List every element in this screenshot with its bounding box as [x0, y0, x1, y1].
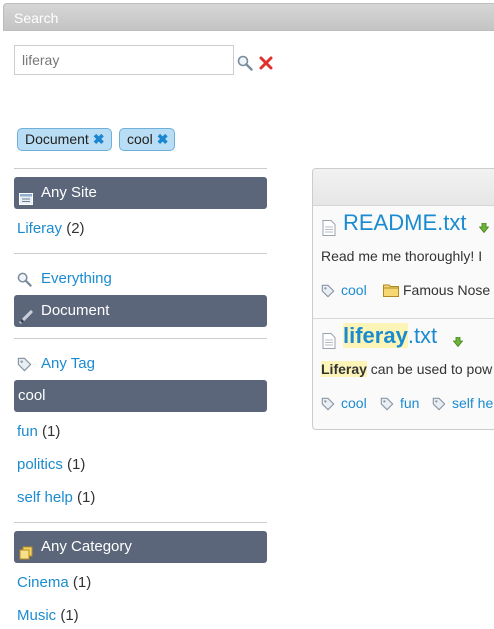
portlet-title: Search [14, 10, 59, 26]
result-title-rest: .txt [407, 323, 438, 348]
type-facet-selected[interactable]: Document [14, 295, 267, 327]
tag-facet-label: cool [18, 387, 46, 404]
result-tag-label: cool [341, 282, 367, 298]
facet-count: (1) [60, 607, 79, 624]
folder-label: Famous Nose [403, 282, 491, 298]
result-title-link[interactable]: README.txt [343, 210, 466, 236]
result-tag-label: fun [400, 395, 420, 411]
tag-icon [17, 357, 32, 377]
search-input[interactable] [14, 45, 234, 75]
facet-count: (1) [67, 456, 86, 473]
categories-icon [19, 540, 33, 572]
any-tag-link[interactable]: Any Tag [41, 355, 95, 373]
chip-label: cool [127, 131, 153, 147]
tag-icon [380, 397, 394, 414]
category-facet-item[interactable]: Music (1) [17, 607, 79, 625]
facet-count: (1) [42, 423, 61, 440]
search-result: README.txt Read me me thoroughly! I cool… [313, 205, 494, 318]
search-icon [17, 272, 32, 292]
result-tag-label: self he [452, 395, 494, 411]
search-icon[interactable] [237, 55, 253, 74]
divider [14, 338, 267, 339]
tag-icon [321, 284, 335, 301]
facet-count: (2) [66, 220, 85, 237]
tag-facet-link[interactable]: fun [17, 423, 38, 440]
divider [14, 522, 267, 523]
result-snippet: Liferay can be used to pow [321, 361, 492, 377]
snippet-highlight: Liferay [321, 361, 367, 377]
category-facet-item[interactable]: Cinema (1) [17, 574, 91, 592]
category-facet-link[interactable]: Music [17, 607, 56, 624]
facet-count: (1) [72, 574, 92, 591]
search-result: liferay.txt Liferay can be used to pow c… [313, 318, 494, 429]
site-facet-label: Any Site [41, 184, 97, 201]
snippet-text: can be used to pow [366, 361, 493, 377]
document-icon [322, 220, 336, 239]
tag-facet-item[interactable]: politics (1) [17, 456, 85, 474]
tag-facet-item[interactable]: self help (1) [17, 489, 95, 507]
search-results-panel: README.txt Read me me thoroughly! I cool… [312, 168, 494, 430]
site-facet-header[interactable]: Any Site [14, 177, 267, 209]
tag-icon [321, 397, 335, 414]
tag-facet-item[interactable]: fun (1) [17, 423, 60, 441]
document-icon [322, 333, 336, 352]
clear-icon[interactable] [259, 56, 273, 73]
pencil-icon [19, 304, 33, 336]
site-facet-item[interactable]: Liferay (2) [17, 220, 85, 238]
result-tag-label: cool [341, 395, 367, 411]
type-facet-label: Document [41, 302, 110, 319]
tag-icon [432, 397, 446, 414]
selected-facet-chip[interactable]: cool ✖ [119, 128, 176, 151]
facet-count: (1) [77, 489, 96, 506]
result-title-highlight: liferay [343, 323, 408, 348]
result-snippet: Read me me thoroughly! I [321, 248, 483, 264]
chip-label: Document [25, 131, 89, 147]
category-facet-header[interactable]: Any Category [14, 531, 267, 563]
folder-icon [383, 283, 399, 300]
category-facet-link[interactable]: Cinema [17, 574, 69, 591]
result-title: README.txt [343, 210, 467, 235]
category-facet-label: Any Category [41, 538, 132, 555]
tag-facet-link[interactable]: politics [17, 456, 63, 473]
divider [14, 168, 267, 169]
site-facet-link[interactable]: Liferay [17, 220, 62, 237]
site-icon [19, 186, 33, 218]
everything-link[interactable]: Everything [41, 270, 112, 288]
divider [14, 253, 267, 254]
remove-chip-icon[interactable]: ✖ [157, 131, 169, 147]
download-arrow-icon[interactable] [478, 220, 490, 236]
tag-facet-selected[interactable]: cool [14, 380, 267, 412]
selected-facet-chip[interactable]: Document ✖ [17, 128, 112, 151]
results-header [313, 169, 494, 206]
download-arrow-icon[interactable] [452, 334, 464, 350]
tag-facet-link[interactable]: self help [17, 489, 73, 506]
result-title-link[interactable]: liferay.txt [343, 323, 437, 349]
portlet-title-bar: Search [3, 3, 494, 31]
remove-chip-icon[interactable]: ✖ [93, 131, 105, 147]
